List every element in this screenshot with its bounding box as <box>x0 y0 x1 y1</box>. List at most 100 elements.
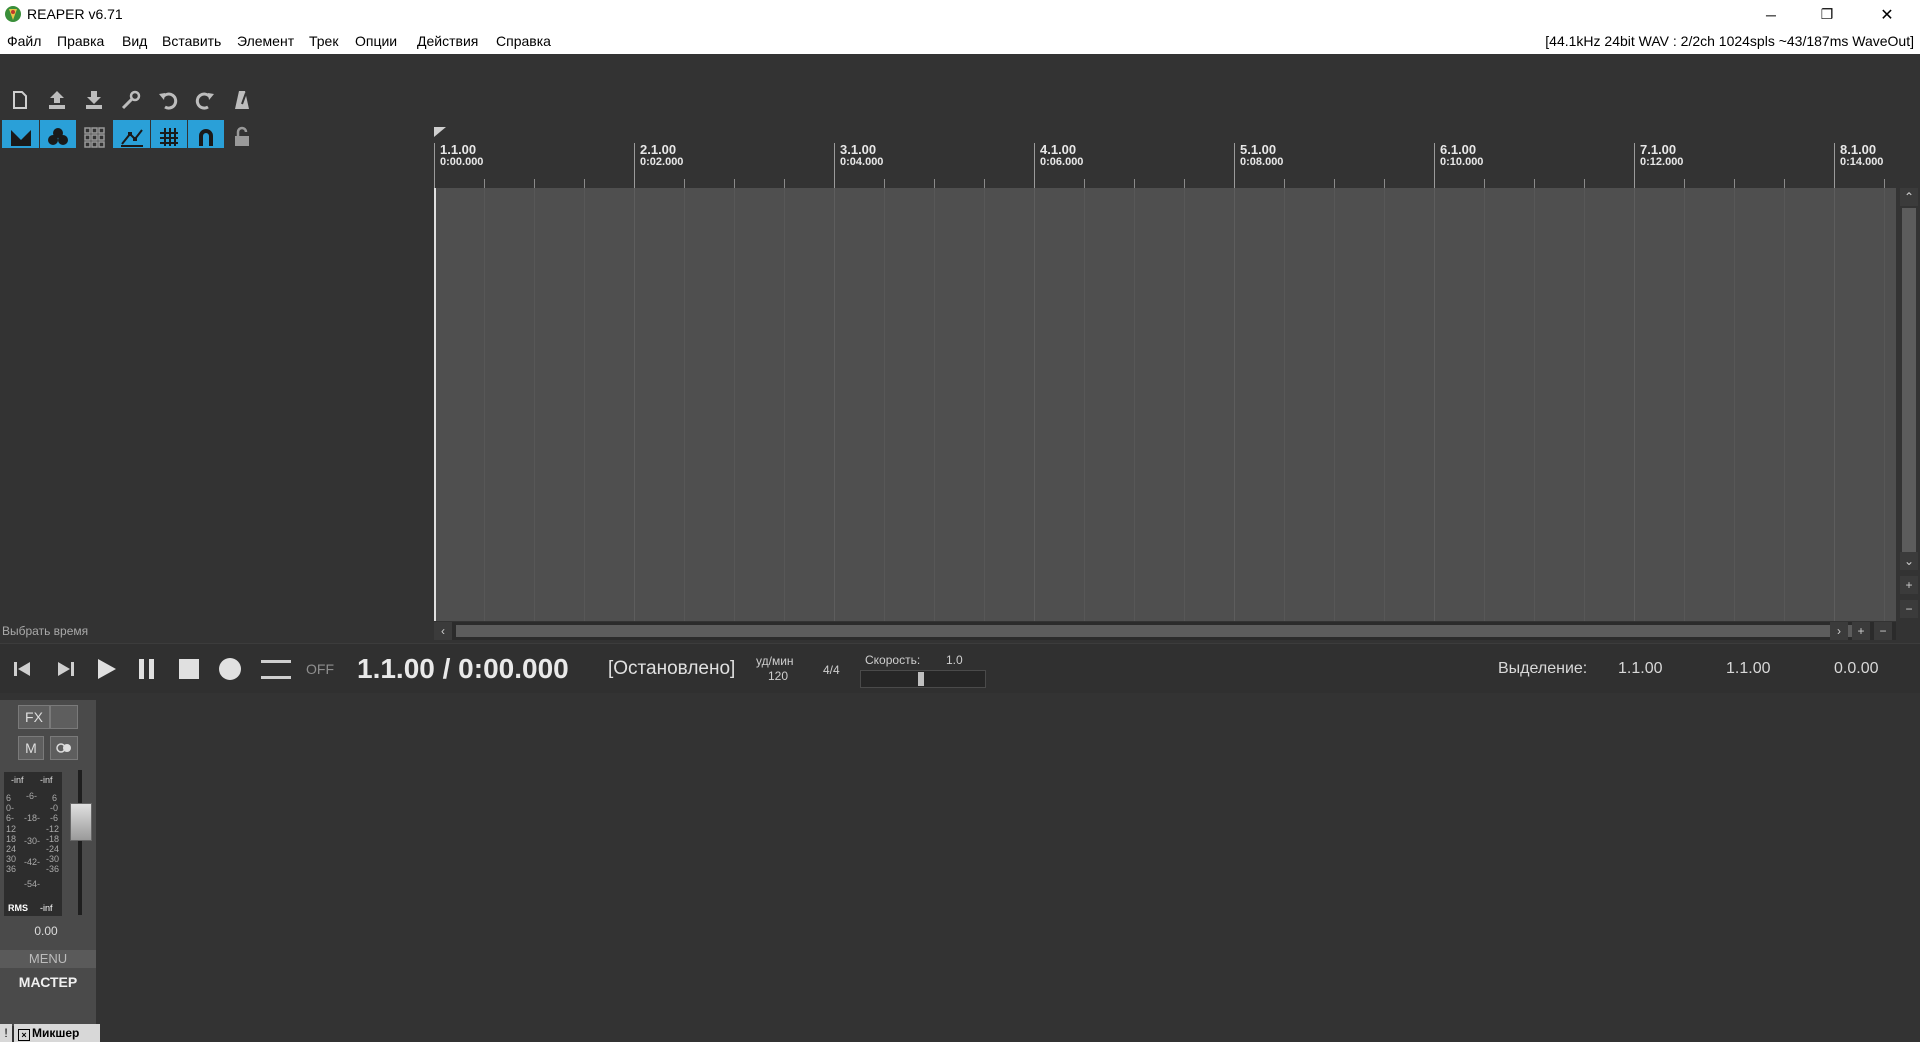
status-text: Выбрать время <box>2 624 89 638</box>
meter-scale-mid: -6- <box>26 791 37 801</box>
ruler-time-label: 0:00.000 <box>440 156 484 168</box>
restore-button[interactable]: ❐ <box>1804 0 1850 29</box>
master-menu-button[interactable]: MENU <box>0 950 96 968</box>
ruler-tick <box>1484 179 1485 188</box>
grid-line <box>1034 188 1035 621</box>
dock-indicator[interactable]: ! <box>0 1024 12 1042</box>
chevron-up-icon: ⌃ <box>1903 190 1915 204</box>
horizontal-zoom-out-button[interactable]: − <box>1874 622 1892 640</box>
settings-button[interactable] <box>114 83 148 117</box>
vertical-zoom-out-button[interactable]: − <box>1900 600 1918 618</box>
volume-value[interactable]: 0.00 <box>0 924 92 938</box>
rms-label[interactable]: RMS <box>8 904 28 913</box>
meter-scale-right: -6 <box>50 813 59 823</box>
save-project-button[interactable] <box>77 83 111 117</box>
menu-actions[interactable]: Действия <box>417 33 478 49</box>
horizontal-scrollbar[interactable]: ‹ › + − <box>434 622 1896 640</box>
mixer-tab-label: Микшер <box>32 1026 80 1040</box>
grid-line <box>1084 188 1085 621</box>
grid-line <box>884 188 885 621</box>
chevron-right-icon: › <box>1837 624 1841 638</box>
stop-button[interactable] <box>174 654 204 684</box>
ripple-magnet-icon <box>199 129 213 146</box>
timeline-ruler[interactable]: 1.1.00 0:00.000 2.1.00 0:02.000 3.1.00 0:04… <box>434 125 1896 188</box>
close-icon[interactable]: × <box>18 1029 30 1041</box>
pause-icon <box>139 659 154 679</box>
audio-device-status[interactable]: [44.1kHz 24bit WAV : 2/2ch 1024spls ~43/… <box>1545 33 1914 49</box>
ruler-tick <box>1334 179 1335 188</box>
play-position[interactable]: 1.1.00 / 0:00.000 <box>357 653 569 685</box>
vertical-zoom-in-button[interactable]: + <box>1900 576 1918 594</box>
go-to-start-button[interactable] <box>8 654 38 684</box>
vertical-scroll-thumb[interactable] <box>1902 208 1916 556</box>
meter-scale-mid: -42- <box>24 857 41 867</box>
fx-bypass-button[interactable] <box>50 705 78 729</box>
menu-insert[interactable]: Вставить <box>162 33 221 49</box>
ruler-tick <box>1034 143 1035 188</box>
ruler-tick <box>784 179 785 188</box>
vertical-scrollbar[interactable]: ⌃ ⌄ + − <box>1898 188 1920 621</box>
repeat-icon <box>261 660 291 679</box>
mono-stereo-button[interactable] <box>50 736 78 760</box>
playrate-slider-handle[interactable] <box>918 672 924 686</box>
menu-track[interactable]: Трек <box>309 33 338 49</box>
grid-line <box>1784 188 1785 621</box>
horizontal-scroll-thumb[interactable] <box>456 625 1856 637</box>
ruler-tick <box>1234 143 1235 188</box>
ruler-tick <box>1584 179 1585 188</box>
open-project-button[interactable] <box>40 83 74 117</box>
mixer-tab[interactable]: × Микшер <box>14 1024 100 1042</box>
ruler-tick <box>634 143 635 188</box>
undo-button[interactable] <box>151 83 185 117</box>
ruler-bar-label: 7.1.00 <box>1640 142 1677 157</box>
volume-fader-handle[interactable] <box>70 803 92 841</box>
ruler-tick <box>434 143 435 188</box>
minimize-icon: ─ <box>1766 6 1776 23</box>
repeat-status[interactable]: OFF <box>306 661 334 677</box>
play-button[interactable] <box>91 654 121 684</box>
menu-options[interactable]: Опции <box>355 33 397 49</box>
ruler-mark: 5.1.00 0:08.000 <box>1240 143 1283 168</box>
grid-line <box>1334 188 1335 621</box>
scroll-down-button[interactable]: ⌄ <box>1900 552 1918 570</box>
rms-value: -inf <box>40 903 53 913</box>
arrange-view[interactable] <box>434 188 1896 621</box>
go-to-end-button[interactable] <box>50 654 80 684</box>
ruler-tick <box>734 179 735 188</box>
record-button[interactable] <box>215 654 245 684</box>
scroll-up-button[interactable]: ⌃ <box>1900 188 1918 206</box>
redo-button[interactable] <box>188 83 222 117</box>
ruler-bar-label: 8.1.00 <box>1840 142 1877 157</box>
volume-fader-track[interactable] <box>78 770 82 915</box>
selection-end[interactable]: 1.1.00 <box>1726 660 1770 678</box>
track-control-panel[interactable] <box>0 148 434 622</box>
ruler-tick <box>1684 179 1685 188</box>
bpm-value[interactable]: 120 <box>768 669 788 683</box>
pause-button[interactable] <box>132 654 162 684</box>
grid-line <box>1134 188 1135 621</box>
fx-button[interactable]: FX <box>18 705 50 729</box>
selection-start[interactable]: 1.1.00 <box>1618 660 1662 678</box>
meter-scale-right: 6 <box>52 793 58 803</box>
ruler-time-label: 0:10.000 <box>1440 156 1484 168</box>
mixer-panel <box>0 693 1920 1042</box>
grid-lines-icon <box>84 127 105 148</box>
menu-edit[interactable]: Правка <box>57 33 104 49</box>
minimize-button[interactable]: ─ <box>1748 0 1794 29</box>
menu-item[interactable]: Элемент <box>237 33 294 49</box>
playrate-slider[interactable] <box>860 670 986 688</box>
scroll-right-button[interactable]: › <box>1830 622 1848 640</box>
menu-help[interactable]: Справка <box>496 33 551 49</box>
repeat-toggle[interactable] <box>258 654 294 684</box>
metronome-button[interactable] <box>225 83 259 117</box>
menu-view[interactable]: Вид <box>122 33 147 49</box>
menu-file[interactable]: Файл <box>7 33 41 49</box>
grid-line <box>1284 188 1285 621</box>
new-project-button[interactable] <box>3 83 37 117</box>
close-button[interactable]: ✕ <box>1864 0 1910 29</box>
selection-length[interactable]: 0.0.00 <box>1834 660 1878 678</box>
mute-button[interactable]: M <box>18 736 44 760</box>
time-signature[interactable]: 4/4 <box>823 663 840 677</box>
horizontal-zoom-in-button[interactable]: + <box>1852 622 1870 640</box>
scroll-left-button[interactable]: ‹ <box>434 622 452 640</box>
